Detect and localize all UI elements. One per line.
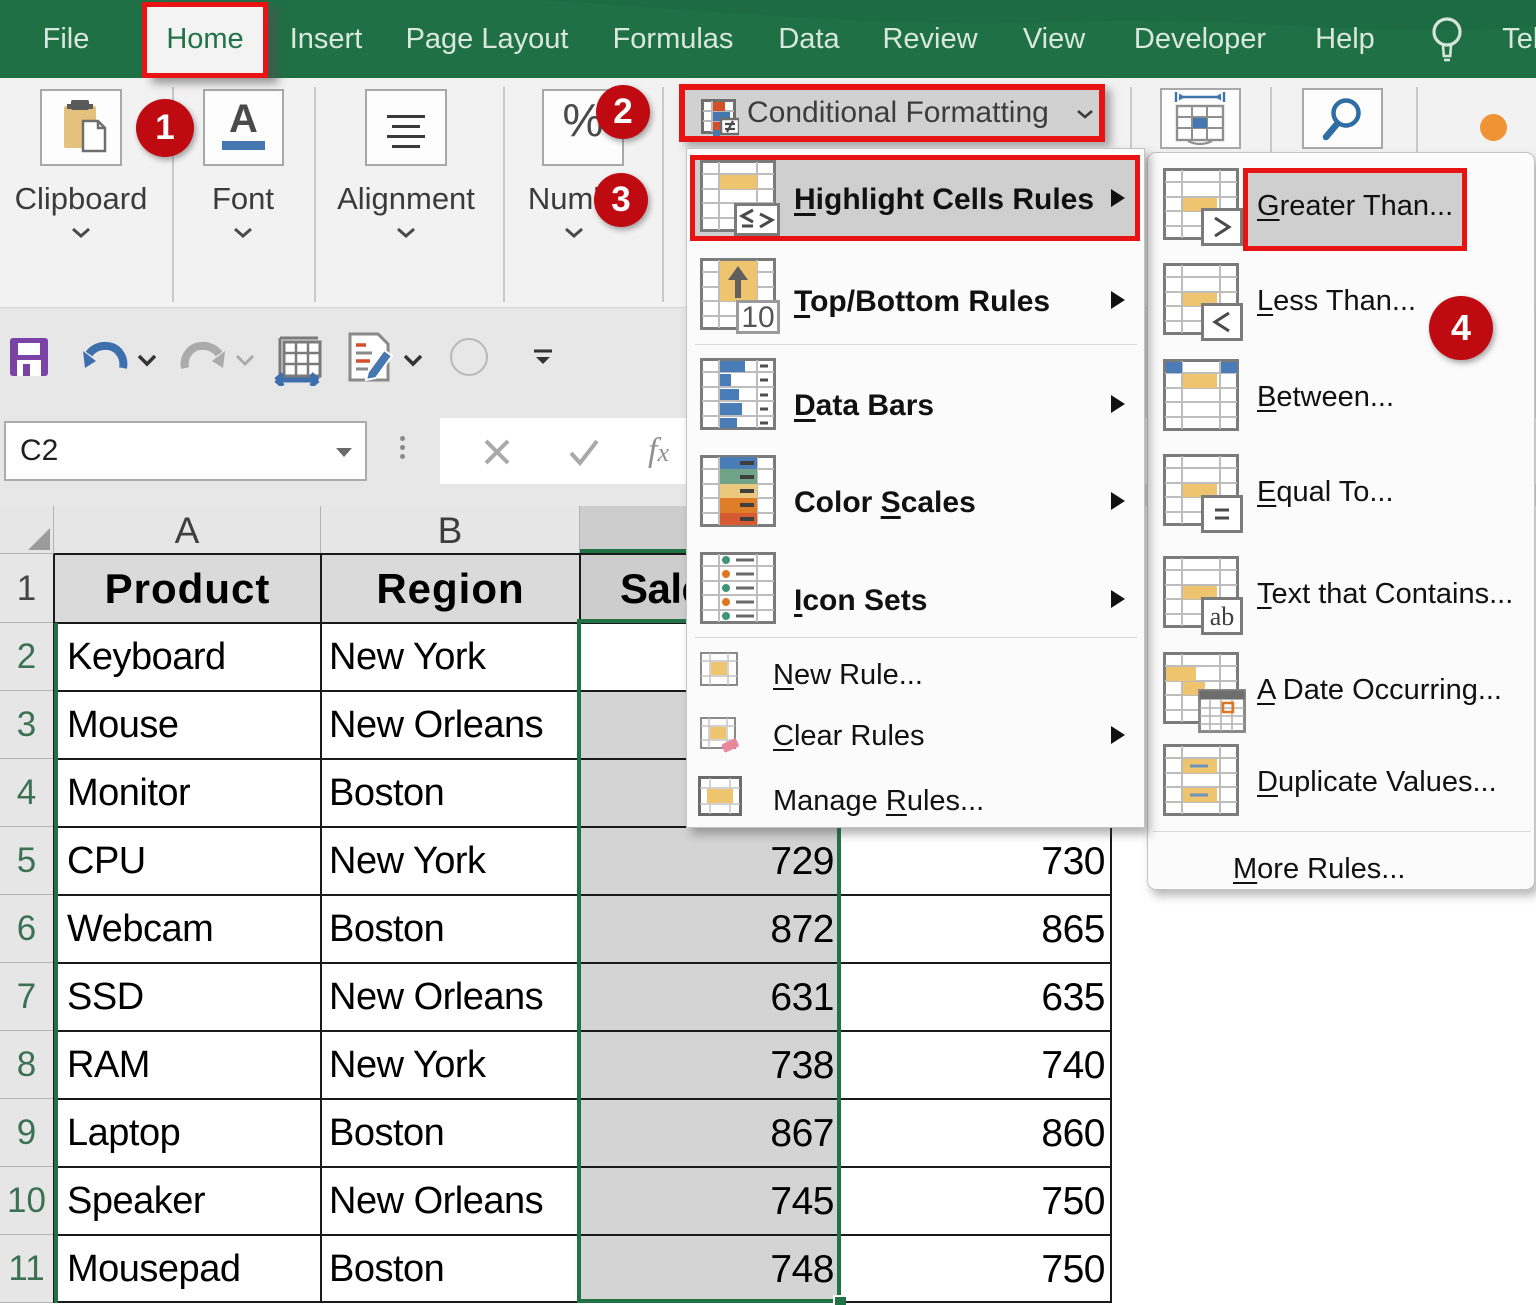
svg-text:ab: ab [1210, 602, 1235, 631]
svg-text:10: 10 [741, 301, 774, 334]
